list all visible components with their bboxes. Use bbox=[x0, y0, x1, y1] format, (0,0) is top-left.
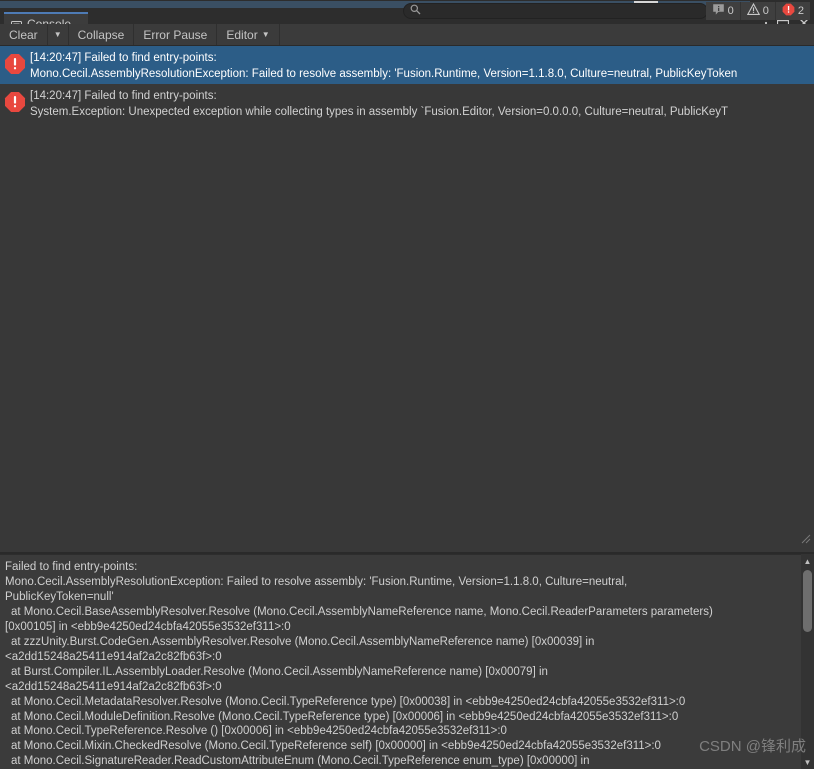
log-list[interactable]: [14:20:47] Failed to find entry-points: … bbox=[0, 46, 814, 552]
stacktrace-line: at zzzUnity.Burst.CodeGen.AssemblyResolv… bbox=[11, 635, 595, 648]
stacktrace-line: at Burst.Compiler.IL.AssemblyLoader.Reso… bbox=[11, 665, 548, 678]
stacktrace-detail-panel[interactable]: Failed to find entry-points: Mono.Cecil.… bbox=[0, 554, 814, 769]
scroll-down-icon[interactable]: ▼ bbox=[801, 756, 814, 768]
error-count[interactable]: 2 bbox=[775, 2, 810, 20]
scroll-up-icon[interactable]: ▲ bbox=[801, 555, 814, 567]
info-count[interactable]: 0 bbox=[705, 2, 741, 20]
editor-dropdown-button[interactable]: Editor ▼ bbox=[217, 24, 280, 45]
error-icon bbox=[782, 3, 795, 19]
stacktrace-line: at Mono.Cecil.Mixin.CheckedResolve (Mono… bbox=[11, 740, 661, 753]
error-count-value: 2 bbox=[797, 5, 804, 17]
clear-button[interactable]: Clear bbox=[0, 24, 48, 45]
stacktrace-line: <a2dd15248a25411e914af2a2c82fb63f>:0 bbox=[5, 650, 222, 663]
toolbar-spacer bbox=[279, 24, 814, 45]
collapse-button[interactable]: Collapse bbox=[68, 24, 135, 45]
log-entry-line1: [14:20:47] Failed to find entry-points: bbox=[30, 90, 217, 102]
log-entry-line2: System.Exception: Unexpected exception w… bbox=[30, 106, 729, 118]
search-field[interactable] bbox=[403, 3, 708, 19]
unity-console-window: Console bbox=[0, 0, 814, 769]
warning-count[interactable]: 0 bbox=[740, 2, 776, 20]
warning-count-value: 0 bbox=[762, 5, 769, 17]
log-entry-icon-cell bbox=[0, 50, 30, 80]
console-toolbar: Clear ▼ Collapse Error Pause Editor ▼ bbox=[0, 24, 814, 46]
warning-icon bbox=[746, 2, 760, 19]
chevron-down-icon: ▼ bbox=[261, 30, 270, 39]
stacktrace-line: at Mono.Cecil.MetadataResolver.Resolve (… bbox=[11, 695, 686, 708]
stacktrace-line: Failed to find entry-points: bbox=[5, 561, 138, 573]
detail-scrollbar[interactable]: ▲ ▼ bbox=[801, 554, 814, 769]
clear-dropdown-button[interactable]: ▼ bbox=[47, 24, 69, 45]
stacktrace-line: at Mono.Cecil.ModuleDefinition.Resolve (… bbox=[11, 710, 679, 723]
log-entry-line1: [14:20:47] Failed to find entry-points: bbox=[30, 52, 217, 64]
panel-resize-grip[interactable] bbox=[801, 531, 811, 544]
log-entry-text: [14:20:47] Failed to find entry-points: … bbox=[30, 88, 814, 120]
info-count-value: 0 bbox=[727, 5, 734, 17]
error-pause-button[interactable]: Error Pause bbox=[134, 24, 218, 45]
scroll-thumb[interactable] bbox=[803, 570, 812, 632]
error-icon bbox=[4, 53, 26, 80]
search-icon bbox=[410, 2, 421, 20]
stacktrace-line: at Mono.Cecil.SignatureReader.ReadCustom… bbox=[11, 755, 590, 768]
chevron-down-icon: ▼ bbox=[53, 30, 62, 39]
stacktrace-text: Failed to find entry-points: Mono.Cecil.… bbox=[5, 560, 797, 768]
message-counters: 0 0 2 bbox=[705, 2, 810, 20]
log-entry-icon-cell bbox=[0, 88, 30, 118]
info-icon bbox=[712, 3, 725, 19]
log-entry-row[interactable]: [14:20:47] Failed to find entry-points: … bbox=[0, 84, 814, 122]
stacktrace-line: <a2dd15248a25411e914af2a2c82fb63f>:0 bbox=[5, 680, 222, 693]
error-icon bbox=[4, 91, 26, 118]
stacktrace-line: [0x00105] in <ebb9e4250ed24cbfa42055e353… bbox=[5, 620, 291, 633]
stacktrace-line: PublicKeyToken=null' bbox=[5, 590, 114, 603]
stacktrace-line: at Mono.Cecil.TypeReference.Resolve () [… bbox=[11, 725, 507, 738]
editor-dropdown-label: Editor bbox=[226, 27, 258, 42]
stacktrace-line: Mono.Cecil.AssemblyResolutionException: … bbox=[5, 575, 628, 588]
search-input[interactable] bbox=[425, 4, 685, 18]
log-entry-line2: Mono.Cecil.AssemblyResolutionException: … bbox=[30, 68, 738, 80]
log-entry-row[interactable]: [14:20:47] Failed to find entry-points: … bbox=[0, 46, 814, 84]
log-entry-text: [14:20:47] Failed to find entry-points: … bbox=[30, 50, 814, 82]
stacktrace-line: at Mono.Cecil.BaseAssemblyResolver.Resol… bbox=[11, 605, 713, 618]
